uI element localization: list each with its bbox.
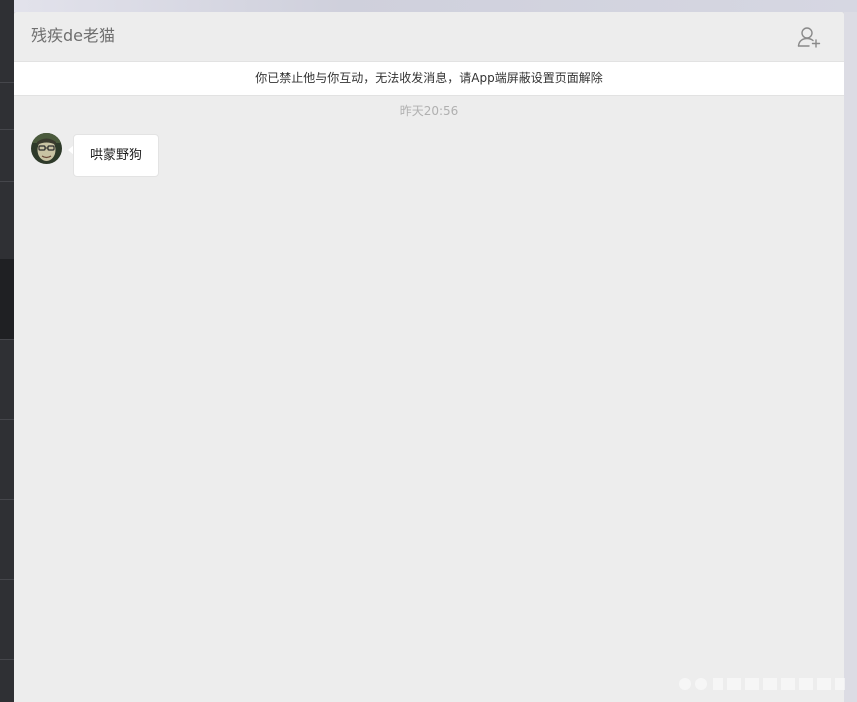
sidebar-divider (0, 419, 14, 500)
avatar[interactable] (31, 133, 62, 164)
add-user-icon[interactable] (797, 26, 821, 48)
blocked-notice-bar: 你已禁止他与你互动，无法收发消息，请App端屏蔽设置页面解除 (14, 61, 844, 96)
sidebar-selected-block (0, 259, 14, 339)
message-row: 哄蒙野狗 (31, 133, 331, 179)
message-timestamp: 昨天20:56 (399, 104, 459, 118)
sidebar-divider (0, 659, 14, 702)
chat-title: 残疾de老猫 (31, 26, 116, 45)
sidebar-divider (0, 339, 14, 420)
watermark (677, 672, 847, 694)
sidebar-divider (0, 181, 14, 260)
sidebar-divider (0, 82, 14, 130)
message-bubble[interactable]: 哄蒙野狗 (73, 134, 160, 177)
background-top-strip (0, 0, 857, 12)
sidebar-divider (0, 579, 14, 660)
sidebar-divider (0, 499, 14, 580)
chat-header: 残疾de老猫 (14, 12, 844, 61)
background-sidebar (0, 0, 14, 702)
chat-window: 残疾de老猫 你已禁止他与你互动，无法收发消息，请App端屏蔽设置页面解除 昨天… (14, 12, 844, 702)
background-right-strip (844, 12, 857, 702)
sidebar-divider (0, 129, 14, 182)
